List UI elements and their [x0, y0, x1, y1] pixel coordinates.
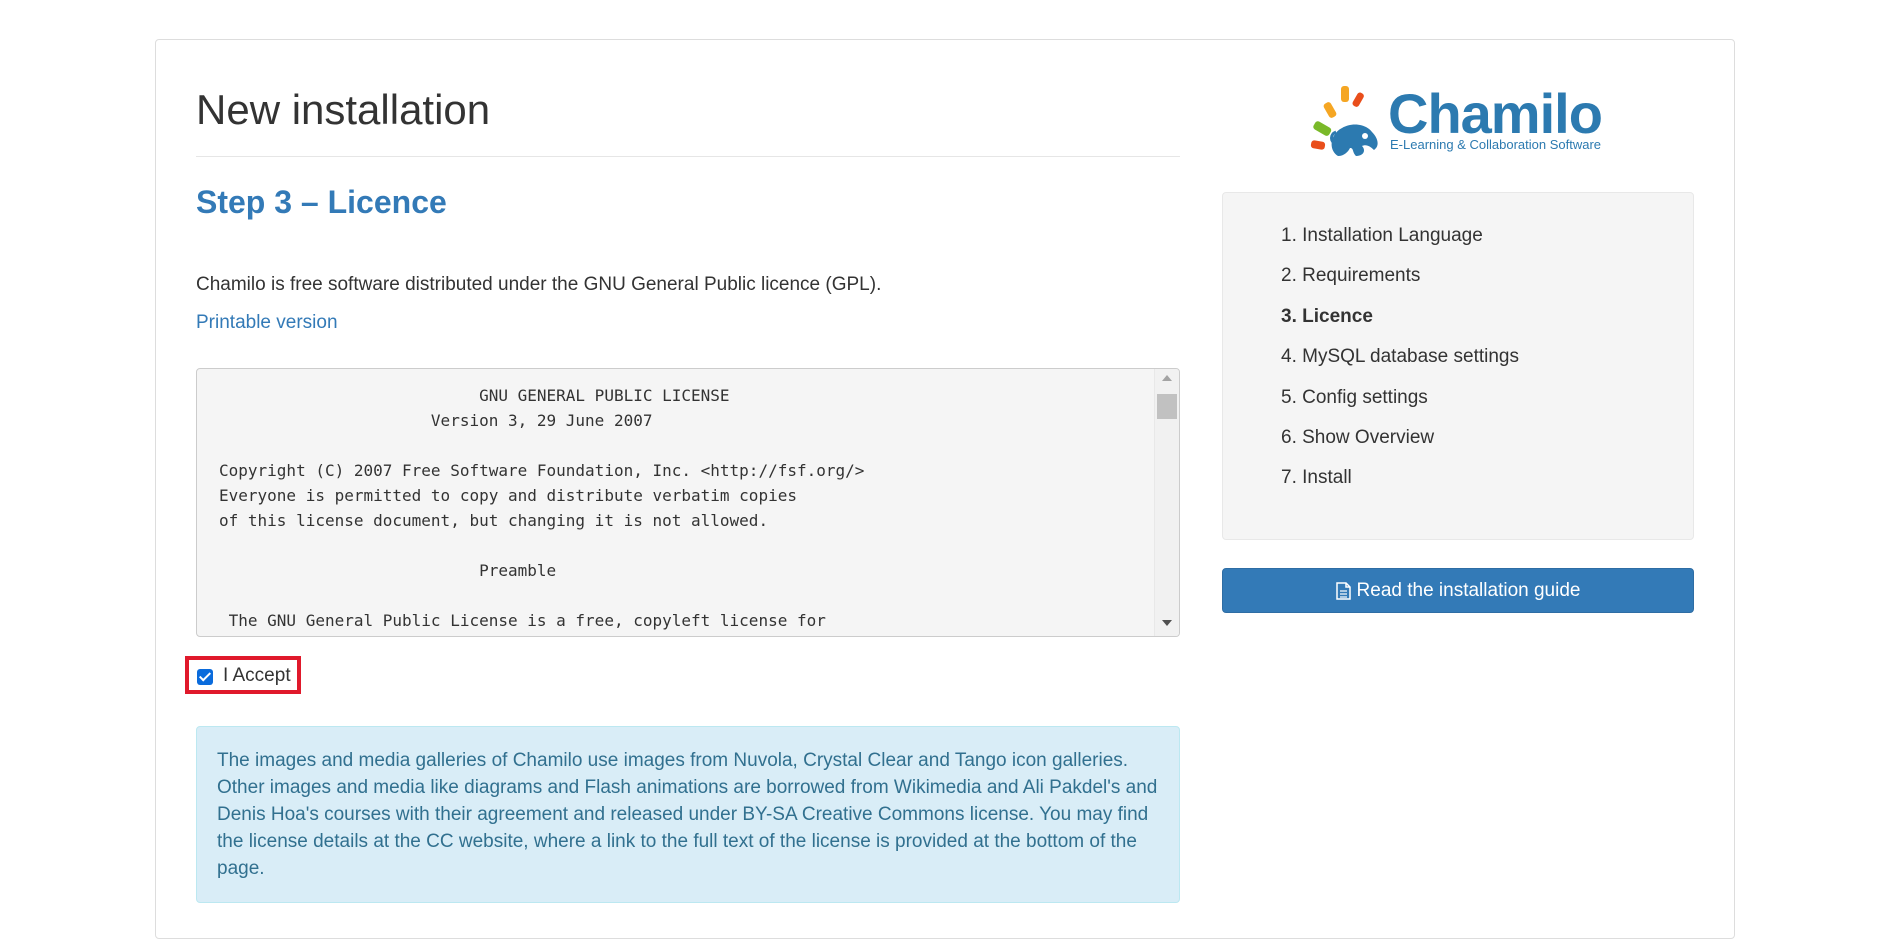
scroll-thumb[interactable] — [1157, 394, 1177, 419]
install-steps-panel: 1. Installation Language 2. Requirements… — [1222, 192, 1694, 540]
step-item-mysql: 4. MySQL database settings — [1281, 346, 1519, 368]
installation-guide-button[interactable]: Read the installation guide — [1222, 568, 1694, 613]
accept-label[interactable]: I Accept — [223, 663, 291, 689]
step-item-requirements: 2. Requirements — [1281, 265, 1421, 287]
chameleon-logo-icon — [1310, 86, 1378, 156]
scroll-down-arrow-icon[interactable] — [1162, 620, 1172, 626]
title-divider — [196, 156, 1180, 157]
license-text-area[interactable]: GNU GENERAL PUBLIC LICENSE Version 3, 29… — [196, 368, 1180, 637]
logo-tagline: E-Learning & Collaboration Software — [1390, 137, 1602, 152]
step-title: Step 3 – Licence — [196, 184, 447, 220]
installation-guide-label: Read the installation guide — [1356, 579, 1581, 601]
accept-checkbox-group[interactable]: I Accept — [185, 656, 301, 694]
license-text: GNU GENERAL PUBLIC LICENSE Version 3, 29… — [219, 386, 865, 630]
scroll-up-arrow-icon[interactable] — [1162, 375, 1172, 381]
image-credits-notice: The images and media galleries of Chamil… — [196, 726, 1180, 903]
step-item-overview: 6. Show Overview — [1281, 426, 1435, 448]
step-item-install: 7. Install — [1281, 467, 1352, 489]
licence-intro-text: Chamilo is free software distributed und… — [196, 274, 882, 295]
page-title: New installation — [196, 86, 491, 133]
logo-wordmark: Chamilo — [1388, 82, 1603, 145]
accept-checkbox[interactable] — [197, 669, 213, 685]
printable-version-link[interactable]: Printable version — [196, 310, 338, 336]
cc-website-link[interactable]: the CC website — [394, 831, 523, 852]
step-item-config: 5. Config settings — [1281, 386, 1428, 408]
step-item-licence: 3. Licence — [1281, 305, 1373, 327]
file-text-icon — [1335, 581, 1351, 600]
install-steps-list: 1. Installation Language 2. Requirements… — [1281, 223, 1519, 506]
license-scrollbar[interactable] — [1154, 369, 1179, 636]
chamilo-logo: Chamilo E-Learning & Collaboration Softw… — [1308, 84, 1608, 160]
step-item-language: 1. Installation Language — [1281, 225, 1483, 246]
